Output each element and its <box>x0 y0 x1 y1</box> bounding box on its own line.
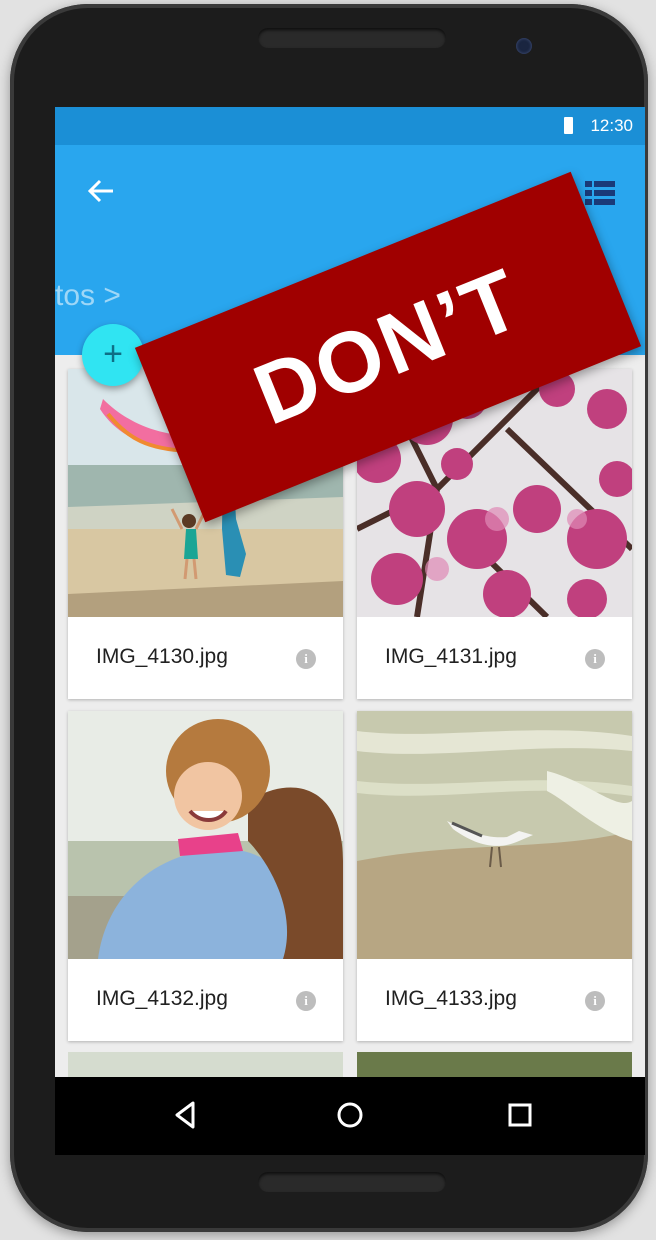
photo-thumbnail <box>68 711 343 959</box>
top-speaker-grille <box>258 28 446 48</box>
arrow-left-icon[interactable] <box>85 175 117 207</box>
file-name: IMG_4130.jpg <box>96 645 228 668</box>
file-name: IMG_4133.jpg <box>385 987 517 1010</box>
front-camera <box>516 38 532 54</box>
file-name: IMG_4131.jpg <box>385 645 517 668</box>
file-name: IMG_4132.jpg <box>96 987 228 1010</box>
file-card[interactable]: IMG_4133.jpg i <box>357 711 632 1041</box>
system-nav-bar <box>55 1077 645 1155</box>
info-icon[interactable]: i <box>585 991 605 1011</box>
add-button[interactable]: + <box>82 324 144 386</box>
photo-thumbnail <box>357 711 632 959</box>
info-icon[interactable]: i <box>585 649 605 669</box>
back-triangle-icon[interactable] <box>165 1095 205 1135</box>
file-card[interactable]: IMG_4132.jpg i <box>68 711 343 1041</box>
home-circle-icon[interactable] <box>330 1095 370 1135</box>
recents-square-icon[interactable] <box>500 1095 540 1135</box>
bottom-speaker-grille <box>258 1172 446 1192</box>
screen: 12:30 tos > IMG_4130.jpg i IMG_4131.jpg … <box>55 107 645 1155</box>
battery-icon <box>564 117 573 134</box>
status-time: 12:30 <box>590 116 633 135</box>
status-bar: 12:30 <box>55 107 645 145</box>
phone-frame: 12:30 tos > IMG_4130.jpg i IMG_4131.jpg … <box>10 4 648 1232</box>
info-icon[interactable]: i <box>296 649 316 669</box>
breadcrumb[interactable]: tos > <box>55 279 121 313</box>
list-view-icon[interactable] <box>585 181 615 205</box>
info-icon[interactable]: i <box>296 991 316 1011</box>
